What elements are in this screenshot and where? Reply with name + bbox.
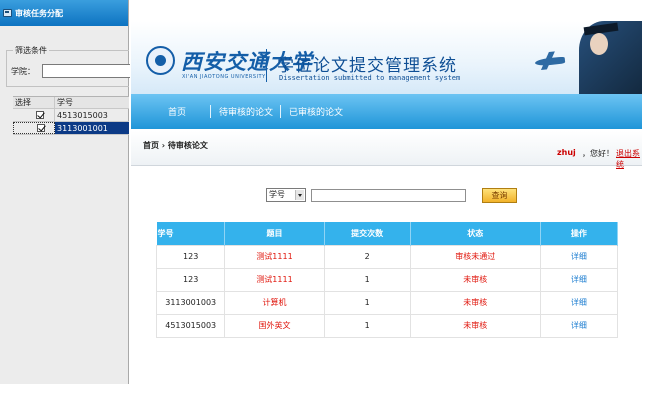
search-field-value: 学号 bbox=[269, 190, 285, 199]
grid-student-id: 3113001001 bbox=[55, 122, 129, 134]
student-grid: 选择 学号 4513015003 3113001001 bbox=[13, 96, 129, 135]
row-checkbox[interactable] bbox=[36, 111, 44, 119]
chevron-down-icon bbox=[295, 190, 304, 200]
grid-select-cell bbox=[13, 122, 55, 134]
cell-status: 未审核 bbox=[409, 290, 541, 315]
cell-submit-count: 1 bbox=[323, 313, 411, 338]
col-status: 状态 bbox=[410, 222, 541, 245]
thesis-table: 学号 题目 提交次数 状态 操作 123 测试1111 2 审核未通过 详细 1… bbox=[155, 222, 619, 338]
nav-separator bbox=[210, 105, 211, 118]
col-student-id: 学号 bbox=[156, 222, 226, 245]
grid-student-id: 4513015003 bbox=[57, 110, 108, 120]
graduate-face bbox=[590, 33, 608, 55]
cell-status: 未审核 bbox=[409, 267, 541, 292]
university-seal-icon bbox=[146, 46, 175, 75]
graduate-photo bbox=[579, 21, 642, 94]
grid-header-select[interactable]: 选择 bbox=[13, 97, 55, 108]
university-name-en: XI'AN JIAOTONG UNIVERSITY bbox=[182, 74, 266, 80]
table-row: 3113001003 计算机 1 未审核 详细 bbox=[155, 290, 619, 315]
nav-pending-theses[interactable]: 待审核的论文 bbox=[219, 105, 273, 118]
nav-home[interactable]: 首页 bbox=[168, 105, 186, 118]
nav-reviewed-theses[interactable]: 已审核的论文 bbox=[289, 105, 343, 118]
nav-separator bbox=[280, 105, 281, 118]
table-row: 123 测试1111 1 未审核 详细 bbox=[155, 267, 619, 292]
cell-submit-count: 1 bbox=[323, 267, 411, 292]
detail-link[interactable]: 详细 bbox=[539, 290, 619, 315]
app-window: 审核任务分配 筛选条件 学院： 选择 学号 4513015003 3113001… bbox=[0, 0, 646, 416]
panel-title: 审核任务分配 bbox=[15, 8, 63, 18]
search-button[interactable]: 查询 bbox=[482, 188, 517, 203]
cell-status: 审核未通过 bbox=[409, 244, 541, 269]
cell-student-id: 123 bbox=[155, 267, 226, 292]
filter-legend: 筛选条件 bbox=[13, 45, 49, 56]
system-title: 学位论文提交管理系统 bbox=[277, 56, 457, 76]
grid-row[interactable]: 4513015003 bbox=[13, 109, 129, 122]
col-title: 题目 bbox=[224, 222, 325, 245]
cell-student-id: 123 bbox=[155, 244, 226, 269]
task-assignment-panel: 审核任务分配 筛选条件 学院： 选择 学号 4513015003 3113001… bbox=[0, 0, 130, 384]
cell-student-id: 3113001003 bbox=[155, 290, 226, 315]
search-field-select[interactable]: 学号 bbox=[266, 188, 306, 202]
detail-link[interactable]: 详细 bbox=[539, 244, 619, 269]
system-subtitle: Dissertation submitted to management sys… bbox=[279, 74, 461, 82]
detail-link[interactable]: 详细 bbox=[539, 267, 619, 292]
breadcrumb-bar: 首页 › 待审核论文 zhuj ，您好！ 退出系统 bbox=[131, 131, 642, 169]
logo-divider bbox=[266, 49, 267, 82]
col-action: 操作 bbox=[540, 222, 619, 245]
airplane-icon bbox=[534, 56, 566, 67]
cell-title: 国外英文 bbox=[224, 313, 325, 338]
greeting-text: ，您好！ bbox=[582, 149, 614, 158]
logout-link[interactable]: 退出系统 bbox=[616, 148, 642, 170]
cell-title: 测试1111 bbox=[224, 267, 325, 292]
table-row: 123 测试1111 2 审核未通过 详细 bbox=[155, 244, 619, 269]
cell-submit-count: 2 bbox=[323, 244, 411, 269]
row-checkbox[interactable] bbox=[37, 124, 45, 132]
grid-header-row: 选择 学号 bbox=[13, 96, 129, 109]
breadcrumb: 首页 › 待审核论文 bbox=[143, 141, 208, 150]
panel-titlebar: 审核任务分配 bbox=[0, 0, 128, 26]
grid-row-selected[interactable]: 3113001001 bbox=[13, 122, 129, 135]
cell-student-id: 4513015003 bbox=[155, 313, 226, 338]
table-header-row: 学号 题目 提交次数 状态 操作 bbox=[156, 222, 619, 245]
grid-select-cell bbox=[13, 109, 55, 121]
window-icon bbox=[3, 9, 12, 17]
grid-header-student-id[interactable]: 学号 bbox=[55, 97, 129, 108]
college-label: 学院： bbox=[11, 67, 35, 76]
table-row: 4513015003 国外英文 1 未审核 详细 bbox=[155, 313, 619, 338]
filter-group: 筛选条件 学院： bbox=[6, 45, 130, 87]
cell-status: 未审核 bbox=[409, 313, 541, 338]
cell-title: 测试1111 bbox=[224, 244, 325, 269]
site-banner: 西安交通大学 XI'AN JIAOTONG UNIVERSITY 学位论文提交管… bbox=[131, 21, 642, 94]
main-nav: 首页 待审核的论文 已审核的论文 bbox=[131, 94, 642, 129]
college-input[interactable] bbox=[42, 64, 130, 78]
search-input[interactable] bbox=[311, 189, 466, 202]
cell-title: 计算机 bbox=[224, 290, 325, 315]
username: zhuj bbox=[557, 148, 576, 157]
col-submit-count: 提交次数 bbox=[324, 222, 411, 245]
cell-submit-count: 1 bbox=[323, 290, 411, 315]
detail-link[interactable]: 详细 bbox=[539, 313, 619, 338]
